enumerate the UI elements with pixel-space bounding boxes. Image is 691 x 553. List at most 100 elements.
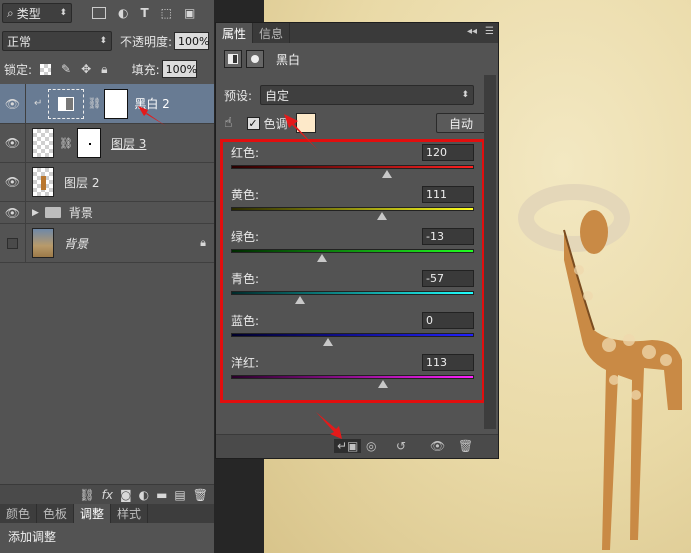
link-layers-icon[interactable]: ⛓ [79, 488, 94, 502]
adjustment-thumbnail [48, 88, 85, 119]
type-filter-icon[interactable]: T [140, 6, 148, 20]
blackwhite-adjustment-icon[interactable] [224, 50, 242, 68]
shape-filter-icon[interactable]: ⬚ [161, 6, 172, 20]
slider-label: 绿色: [231, 230, 260, 244]
updown-icon: ⬍ [99, 36, 107, 46]
tab-adjustments[interactable]: 调整 [74, 504, 112, 523]
layers-toolbar: ⛓ fx ◙ ◐ ▬ ▤ 🗑︎ [0, 484, 214, 504]
mask-icon[interactable] [246, 50, 264, 68]
tint-row: ☝ ✓ 色调 自动 [224, 112, 486, 134]
clip-to-layer-icon[interactable]: ↵▣ [334, 439, 362, 453]
tab-color[interactable]: 颜色 [0, 504, 38, 523]
layer-name: 图层 3 [110, 136, 147, 151]
panel-menu-icon[interactable]: ☰ [485, 26, 494, 37]
trash-icon[interactable]: 🗑︎ [458, 439, 473, 453]
slider-track[interactable] [231, 291, 474, 295]
slider-green: 绿色: -13 [231, 228, 474, 268]
expand-arrow-icon[interactable]: ▶ [32, 208, 39, 218]
add-mask-icon[interactable]: ◙ [120, 488, 132, 502]
slider-thumb[interactable] [377, 212, 388, 220]
updown-icon: ⬍ [59, 8, 67, 18]
lock-all-icon[interactable]: 🔒︎ [101, 62, 107, 77]
slider-value-field[interactable]: 0 [422, 312, 474, 329]
visibility-toggle[interactable]: 👁︎ [0, 84, 26, 123]
updown-icon: ⬍ [461, 90, 470, 100]
tint-checkbox[interactable]: ✓ [246, 116, 260, 130]
slider-value-field[interactable]: -13 [422, 228, 474, 245]
eye-icon: 👁︎ [4, 205, 21, 220]
layer-name: 图层 2 [64, 175, 100, 190]
slider-track[interactable] [231, 375, 474, 379]
clip-arrow-icon: ↵ [34, 98, 43, 109]
visibility-toggle[interactable]: 👁︎ [0, 124, 26, 162]
lock-brush-icon[interactable]: ✎ [61, 62, 71, 76]
slider-thumb[interactable] [378, 380, 389, 388]
lock-transparent-icon[interactable] [40, 63, 52, 75]
fill-field[interactable]: 100% [161, 60, 197, 78]
visibility-icon[interactable]: 👁︎ [430, 439, 445, 453]
lock-move-icon[interactable]: ✥ [81, 62, 91, 76]
folder-icon [44, 207, 61, 218]
slider-thumb[interactable] [316, 254, 327, 262]
slider-track[interactable] [231, 249, 474, 253]
layer-pointer-arrow [138, 106, 166, 126]
panel-controls: ◂◂ ☰ [467, 26, 494, 37]
new-group-icon[interactable]: ▬ [156, 488, 167, 502]
lock-label: 锁定: [4, 62, 33, 77]
layer-filter-dropdown[interactable]: ⌕ 类型 ⬍ [2, 3, 72, 23]
auto-button[interactable]: 自动 [436, 113, 486, 133]
blackwhite-adjustment-icon [58, 96, 75, 111]
slider-value-field[interactable]: 120 [422, 144, 474, 161]
slider-track[interactable] [231, 165, 474, 169]
blend-mode-value: 正常 [7, 34, 32, 49]
blend-mode-dropdown[interactable]: 正常 ⬍ [2, 31, 112, 51]
chain-link-icon: ⛓ [87, 97, 102, 110]
preset-dropdown[interactable]: 自定 ⬍ [260, 85, 475, 105]
slider-track[interactable] [231, 207, 474, 211]
slider-value-field[interactable]: -57 [422, 270, 474, 287]
layer-mask-thumbnail [76, 128, 101, 158]
layer-row-group[interactable]: 👁︎ ▶ 背景 [0, 202, 214, 224]
pixel-filter-icon[interactable] [92, 7, 106, 19]
properties-scrollbar[interactable] [484, 75, 496, 429]
layer-row-layer2[interactable]: 👁︎ 图层 2 [0, 163, 214, 202]
tab-properties[interactable]: 属性 [216, 23, 254, 43]
layer-row-layer3[interactable]: 👁︎ ⛓ 图层 3 [0, 124, 214, 163]
slider-track[interactable] [231, 333, 474, 337]
slider-value-field[interactable]: 111 [422, 186, 474, 203]
tab-styles[interactable]: 样式 [111, 504, 149, 523]
fx-icon[interactable]: fx [102, 488, 113, 502]
eye-icon: 👁︎ [4, 136, 21, 150]
reset-icon[interactable]: ↺ [396, 439, 406, 453]
adjustment-filter-icon[interactable]: ◐ [118, 6, 128, 20]
preset-row: 预设: 自定 ⬍ [224, 85, 475, 105]
tab-swatches[interactable]: 色板 [37, 504, 75, 523]
properties-title: 黑白 [276, 52, 301, 67]
opacity-field[interactable]: 100% [174, 32, 210, 50]
visibility-toggle[interactable]: 👁︎ [0, 202, 26, 223]
slider-value-field[interactable]: 113 [422, 354, 474, 371]
slider-label: 蓝色: [231, 314, 260, 328]
new-adjustment-icon[interactable]: ◐ [139, 488, 149, 502]
background-thumbnail [32, 228, 54, 258]
tab-info[interactable]: 信息 [253, 23, 291, 43]
slider-yellow: 黄色: 111 [231, 186, 474, 226]
visibility-toggle[interactable]: 👁︎ [0, 163, 26, 201]
collapse-icon[interactable]: ◂◂ [467, 26, 477, 37]
slider-thumb[interactable] [381, 170, 392, 178]
layer-mask-thumbnail [104, 88, 129, 119]
layer-row-blackwhite[interactable]: 👁︎ ↵ ⛓ 黑白 2 [0, 84, 214, 124]
view-previous-icon[interactable]: ◎ [366, 439, 376, 453]
targeted-adjust-hand-icon[interactable]: ☝ [224, 115, 233, 131]
slider-thumb[interactable] [323, 338, 334, 346]
smartobject-filter-icon[interactable]: ▣ [184, 6, 195, 20]
new-layer-icon[interactable]: ▤ [174, 488, 185, 502]
trash-icon[interactable]: 🗑︎ [193, 488, 208, 502]
slider-blue: 蓝色: 0 [231, 312, 474, 352]
slider-thumb[interactable] [295, 296, 306, 304]
slider-label: 黄色: [231, 188, 260, 202]
visibility-toggle[interactable] [0, 224, 26, 262]
layer-row-background[interactable]: 背景 🔒︎ [0, 224, 214, 263]
layer-thumbnail [32, 128, 54, 158]
color-sliders-group: 红色: 120 黄色: 111 绿色: -13 青色: -57 蓝色: 0 洋红… [220, 139, 485, 403]
